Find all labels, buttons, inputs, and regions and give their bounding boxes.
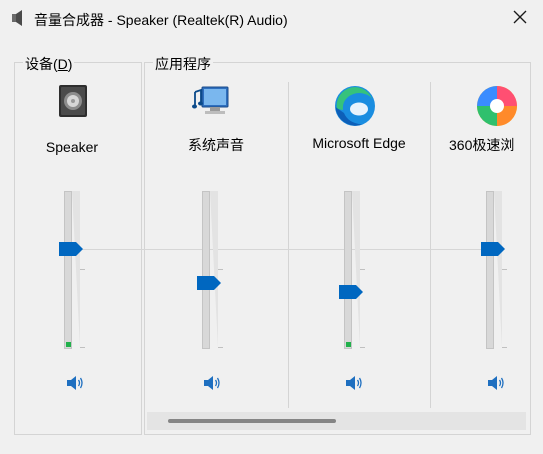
- master-level-line: [76, 249, 502, 250]
- slider-tick: [502, 347, 507, 348]
- app-name-360-browser: 360极速浏: [449, 137, 515, 153]
- device-group-label: 设备(D): [23, 54, 75, 74]
- volume-icon: [203, 376, 223, 396]
- app-mute-button-system-sounds[interactable]: [203, 374, 223, 397]
- slider-thumb[interactable]: [59, 242, 83, 256]
- speaker-device-icon: [58, 84, 90, 123]
- level-meter: [346, 342, 351, 347]
- apps-group-label: 应用程序: [153, 54, 213, 74]
- volume-wedge: [72, 191, 80, 348]
- device-name: Speaker: [45, 139, 99, 155]
- volume-icon: [66, 376, 86, 396]
- slider-thumb[interactable]: [197, 276, 221, 290]
- slider-thumb[interactable]: [339, 285, 363, 299]
- slider-tick: [502, 269, 507, 270]
- slider-tick: [80, 347, 85, 348]
- speaker-icon: [11, 9, 27, 32]
- system-sounds-icon: [192, 86, 232, 123]
- slider-tick: [360, 269, 365, 270]
- edge-icon: [334, 85, 376, 132]
- slider-tick: [360, 347, 365, 348]
- app-name-system-sounds: 系统声音: [188, 137, 244, 153]
- app-volume-slider-system-sounds[interactable]: [196, 188, 236, 353]
- app-volume-slider-360-browser[interactable]: [480, 188, 520, 353]
- volume-wedge: [494, 191, 502, 348]
- column-divider: [288, 82, 289, 408]
- device-volume-slider[interactable]: [58, 188, 98, 353]
- app-name-edge: Microsoft Edge: [312, 135, 406, 151]
- volume-icon: [487, 376, 507, 396]
- slider-track: [64, 191, 72, 349]
- scrollbar-thumb[interactable]: [168, 419, 336, 423]
- title-bar: 音量合成器 - Speaker (Realtek(R) Audio): [0, 0, 543, 38]
- close-icon: [513, 10, 527, 29]
- app-mute-button-360-browser[interactable]: [487, 374, 507, 397]
- close-button[interactable]: [505, 4, 535, 34]
- column-divider: [430, 82, 431, 408]
- 360-browser-icon: [476, 85, 518, 132]
- window-title: 音量合成器 - Speaker (Realtek(R) Audio): [34, 12, 288, 28]
- slider-tick: [218, 347, 223, 348]
- volume-icon: [345, 376, 365, 396]
- device-mute-button[interactable]: [66, 374, 86, 397]
- slider-track: [486, 191, 494, 349]
- slider-track: [202, 191, 210, 349]
- slider-thumb[interactable]: [481, 242, 505, 256]
- volume-wedge: [352, 191, 360, 348]
- volume-wedge: [210, 191, 218, 348]
- level-meter: [66, 342, 71, 347]
- slider-track: [344, 191, 352, 349]
- slider-tick: [218, 269, 223, 270]
- app-mute-button-edge[interactable]: [345, 374, 365, 397]
- app-volume-slider-edge[interactable]: [338, 188, 378, 353]
- slider-tick: [80, 269, 85, 270]
